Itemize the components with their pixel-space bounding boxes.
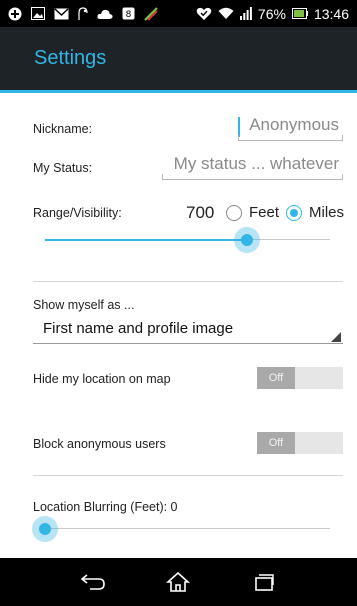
range-slider-track [45,239,248,241]
notification-icon [8,7,22,21]
hide-location-toggle[interactable]: Off [257,367,343,389]
input-edge-right [342,174,343,179]
clock: 13:46 [313,5,349,22]
text-cursor [238,117,240,137]
cloud-icon [97,8,113,20]
blurring-slider-track [45,528,330,529]
square-icon: 8 [122,7,135,20]
show-myself-label: Show myself as ... [33,298,135,312]
show-myself-value: First name and profile image [43,320,234,337]
status-placeholder: My status ... whatever [173,154,339,173]
hide-location-label: Hide my location on map [33,372,171,386]
range-slider-thumb[interactable] [234,227,261,253]
range-label: Range/Visibility: [33,206,122,220]
battery-icon [291,8,308,19]
gmail-icon [54,7,69,20]
radio-miles-label: Miles [309,204,345,221]
radio-feet-label: Feet [249,204,280,221]
radio-feet[interactable] [226,205,242,221]
input-edge-left [238,135,239,140]
navigation-bar [0,558,357,606]
action-bar: Settings [0,27,357,90]
divider [33,281,343,282]
radio-miles[interactable] [286,205,302,221]
divider [33,475,343,476]
home-icon[interactable] [158,562,198,602]
leaf-icon [144,6,158,21]
block-anonymous-toggle[interactable]: Off [257,432,343,454]
back-icon[interactable] [73,562,113,602]
input-edge-right [342,135,343,140]
heart-icon [196,7,212,21]
status-input[interactable]: My status ... whatever [162,154,343,180]
block-anonymous-toggle-knob: Off [257,432,295,454]
hide-location-toggle-knob: Off [257,367,295,389]
status-label: My Status: [33,161,93,175]
wifi-icon [218,7,234,20]
nickname-placeholder: Anonymous [249,115,339,134]
block-anonymous-label: Block anonymous users [33,437,166,451]
blurring-label: Location Blurring (Feet): 0 [33,500,178,514]
recent-apps-icon[interactable] [244,562,284,602]
page-title: Settings [34,47,107,69]
nickname-input[interactable]: Anonymous [238,115,343,141]
input-edge-left [162,174,163,179]
shaped-icon [78,6,88,21]
status-bar: 8 76% 13:46 [0,0,357,27]
range-value: 700 [186,203,215,222]
show-myself-spinner[interactable]: First name and profile image [33,320,343,344]
settings-list: Nickname: Anonymous My Status: My status… [0,93,357,558]
battery-percent: 76% [257,5,286,22]
blurring-slider-thumb[interactable] [32,516,58,542]
status-bar-notifications: 8 [8,6,158,21]
status-bar-system: 76% 13:46 [196,6,349,22]
svg-text:8: 8 [126,10,132,20]
photo-icon [31,7,45,20]
signal-icon [239,7,252,20]
nickname-label: Nickname: [33,122,93,136]
spinner-arrow-icon [331,332,341,342]
